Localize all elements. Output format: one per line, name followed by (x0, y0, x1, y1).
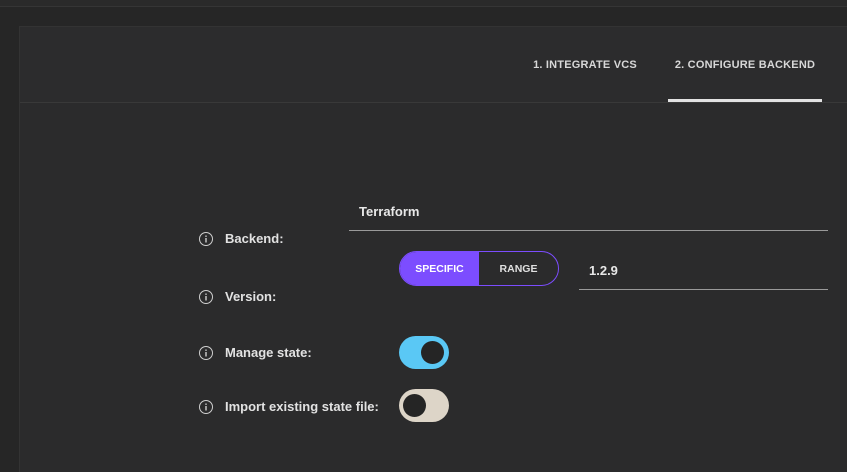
version-mode-specific[interactable]: SPECIFIC (400, 252, 479, 285)
version-mode-range[interactable]: RANGE (479, 252, 558, 285)
import-state-row: Import existing state file: (199, 399, 379, 414)
info-icon[interactable] (199, 399, 213, 414)
manage-state-label: Manage state: (225, 345, 312, 360)
tab-integrate-vcs[interactable]: 1. INTEGRATE VCS (520, 27, 650, 102)
backend-field[interactable]: Terraform (349, 194, 828, 231)
backend-row: Backend: (199, 231, 284, 246)
toggle-knob (403, 394, 426, 417)
import-state-label: Import existing state file: (225, 399, 379, 414)
info-icon[interactable] (199, 345, 213, 360)
version-label: Version: (225, 289, 277, 304)
version-row: Version: (199, 289, 276, 304)
top-strip (0, 0, 847, 7)
tab-configure-backend[interactable]: 2. CONFIGURE BACKEND (668, 27, 822, 102)
manage-state-row: Manage state: (199, 345, 312, 360)
version-field[interactable]: 1.2.9 (579, 253, 828, 290)
version-mode-switch: SPECIFIC RANGE (399, 251, 559, 286)
manage-state-toggle[interactable] (399, 336, 449, 369)
import-state-toggle[interactable] (399, 389, 449, 422)
info-icon[interactable] (199, 289, 213, 304)
backend-label: Backend: (225, 231, 284, 246)
wizard-tabs: 1. INTEGRATE VCS 2. CONFIGURE BACKEND (20, 27, 847, 103)
info-icon[interactable] (199, 231, 213, 246)
toggle-knob (421, 341, 444, 364)
